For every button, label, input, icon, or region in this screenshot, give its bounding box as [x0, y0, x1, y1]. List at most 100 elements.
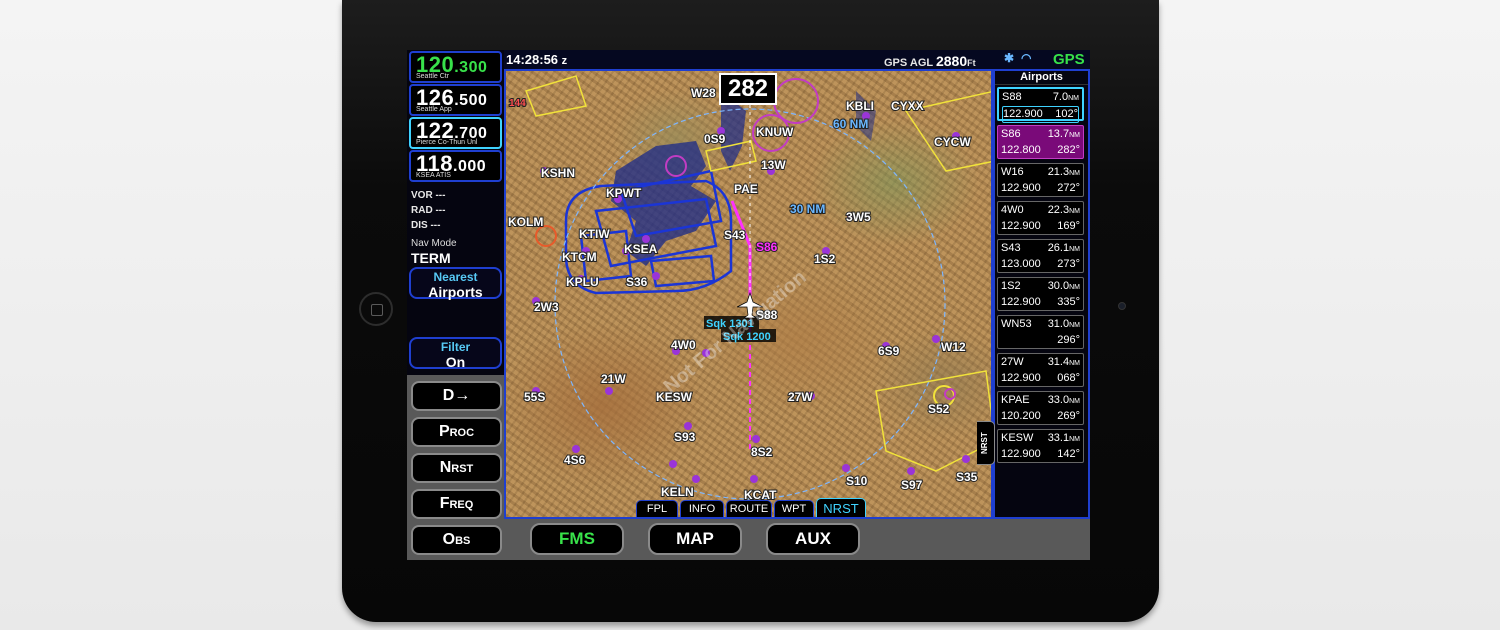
- home-button[interactable]: [359, 292, 393, 326]
- airport-frequency: 122.900: [1001, 448, 1041, 460]
- airport-list-item[interactable]: S86 13.7NM 122.800 282°: [997, 125, 1084, 159]
- airport-distance: 22.3NM: [1047, 204, 1080, 216]
- ring-label-30nm: 30 NM: [790, 202, 825, 216]
- map-label-55s: 55S: [524, 390, 545, 404]
- airport-distance: 26.1NM: [1047, 242, 1080, 254]
- airport-bearing: 102°: [1055, 108, 1078, 120]
- frequency-name: Pierce Co-Thun Unl: [416, 139, 478, 146]
- bluetooth-icon: ✱: [1004, 51, 1015, 65]
- nearest-airports-button[interactable]: Nearest Airports: [409, 267, 502, 300]
- map-label-144: 144: [509, 98, 526, 109]
- fms-button[interactable]: FMS: [530, 523, 624, 555]
- filter-label: Filter: [440, 340, 471, 354]
- tab-wpt[interactable]: WPT: [774, 500, 814, 517]
- radial-readout: RAD ---: [411, 205, 446, 216]
- zulu-time: 14:28:56 z: [506, 52, 568, 67]
- airport-list-item[interactable]: WN53 31.0NM 296°: [997, 315, 1084, 349]
- map-overlay: KSHN KPWT KTIW KSEA KTCM KPLU S36 KOLM 2…: [507, 75, 991, 503]
- map-label-21w: 21W: [601, 372, 626, 386]
- airport-id: S88: [1002, 91, 1022, 103]
- airport-distance: 31.0NM: [1047, 318, 1080, 330]
- map-label-cycw: CYCW: [934, 135, 971, 149]
- map-label-3w5: 3W5: [846, 210, 871, 224]
- airports-title: Airports: [995, 71, 1088, 85]
- direct-to-button[interactable]: D→: [411, 381, 502, 411]
- airport-id: KPAE: [1001, 394, 1030, 406]
- nav-standby-frequency[interactable]: 118.000 KSEA ATIS: [409, 150, 502, 182]
- map-label-cyxx: CYXX: [891, 99, 924, 113]
- airport-id: KESW: [1001, 432, 1034, 444]
- nrst-button[interactable]: Nrst: [411, 453, 502, 483]
- airport-id: WN53: [1001, 318, 1032, 330]
- frequency-name: Seattle App: [416, 106, 452, 113]
- airport-list-item[interactable]: KESW 33.1NM 122.900 142°: [997, 429, 1084, 463]
- tab-fpl[interactable]: FPL: [636, 500, 678, 517]
- airport-bearing: 169°: [1057, 220, 1080, 232]
- tab-route[interactable]: ROUTE: [726, 500, 772, 517]
- nrst-side-tab[interactable]: NRST: [977, 421, 995, 465]
- airport-bearing: 068°: [1057, 372, 1080, 384]
- map-label-s35: S35: [956, 470, 978, 484]
- airport-frequency: 122.900: [1003, 108, 1043, 120]
- map-label-ktiw: KTIW: [579, 227, 610, 241]
- airport-id: 1S2: [1001, 280, 1021, 292]
- map-label-8s2: 8S2: [751, 445, 773, 459]
- camera: [1118, 302, 1126, 310]
- filter-button[interactable]: Filter On: [409, 337, 502, 370]
- airport-frequency: 120.200: [1001, 410, 1041, 422]
- heading-indicator: 282: [719, 73, 777, 105]
- nav-mode-value: TERM: [411, 250, 451, 266]
- map-label-6s9: 6S9: [878, 344, 900, 358]
- map-label-0s9: 0S9: [704, 132, 726, 146]
- airport-bearing: 142°: [1057, 448, 1080, 460]
- moving-map[interactable]: KSHN KPWT KTIW KSEA KTCM KPLU S36 KOLM 2…: [504, 69, 993, 519]
- nav-active-frequency[interactable]: 122.700 Pierce Co-Thun Unl: [409, 117, 502, 149]
- nav-mode-label: Nav Mode: [411, 238, 457, 249]
- airport-id: S86: [1001, 128, 1021, 140]
- map-button[interactable]: MAP: [648, 523, 742, 555]
- airports-label: Airports: [428, 284, 483, 300]
- map-label-kolm: KOLM: [508, 215, 543, 229]
- airport-distance: 13.7NM: [1047, 128, 1080, 140]
- gps-agl-readout: GPS AGL 2880Ft: [884, 53, 976, 69]
- airport-id: S43: [1001, 242, 1021, 254]
- airport-list-item[interactable]: 4W0 22.3NM 122.900 169°: [997, 201, 1084, 235]
- map-label-s52: S52: [928, 402, 950, 416]
- airport-list-item[interactable]: 1S2 30.0NM 122.900 335°: [997, 277, 1084, 311]
- airport-distance: 33.0NM: [1047, 394, 1080, 406]
- gps-status: GPS: [1053, 51, 1085, 68]
- map-label-w12: W12: [941, 340, 966, 354]
- aux-button[interactable]: AUX: [766, 523, 860, 555]
- map-label-s97: S97: [901, 478, 923, 492]
- airport-list-item[interactable]: S88 7.0NM 122.900 102°: [997, 87, 1084, 123]
- airport-bearing: 272°: [1057, 182, 1080, 194]
- airport-list-item[interactable]: KPAE 33.0NM 120.200 269°: [997, 391, 1084, 425]
- left-panel: 120.300 Seattle Ctr 126.500 Seattle App …: [407, 50, 508, 560]
- airport-list-item[interactable]: 27W 31.4NM 122.900 068°: [997, 353, 1084, 387]
- filter-state: On: [445, 354, 466, 370]
- airport-list-item[interactable]: W16 21.3NM 122.900 272°: [997, 163, 1084, 197]
- airport-frequency: 122.900: [1001, 296, 1041, 308]
- proc-button[interactable]: Proc: [411, 417, 502, 447]
- map-label-pae: PAE: [734, 182, 758, 196]
- airport-list-item[interactable]: S43 26.1NM 123.000 273°: [997, 239, 1084, 273]
- obs-button[interactable]: Obs: [411, 525, 502, 555]
- map-label-kplu: KPLU: [566, 275, 599, 289]
- tab-nrst[interactable]: NRST: [816, 498, 866, 517]
- map-label-s10: S10: [846, 474, 868, 488]
- com-standby-frequency[interactable]: 126.500 Seattle App: [409, 84, 502, 116]
- nearest-label: Nearest: [433, 270, 478, 284]
- wifi-icon: ◠: [1021, 51, 1032, 65]
- airport-frequency: 122.800: [1001, 144, 1041, 156]
- airport-id: 27W: [1001, 356, 1024, 368]
- map-label-1s2: 1S2: [814, 252, 836, 266]
- map-label-knuw: KNUW: [756, 125, 794, 139]
- map-label-4w0: 4W0: [671, 338, 696, 352]
- tab-info[interactable]: INFO: [680, 500, 724, 517]
- map-label-s93: S93: [674, 430, 696, 444]
- map-label-kpwt: KPWT: [606, 186, 642, 200]
- freq-button[interactable]: Freq: [411, 489, 502, 519]
- com-active-frequency[interactable]: 120.300 Seattle Ctr: [409, 51, 502, 83]
- status-bar: 14:28:56 z GPS AGL 2880Ft ✱ ◠ GPS: [504, 50, 1090, 69]
- efb-screen: 120.300 Seattle Ctr 126.500 Seattle App …: [407, 50, 1090, 560]
